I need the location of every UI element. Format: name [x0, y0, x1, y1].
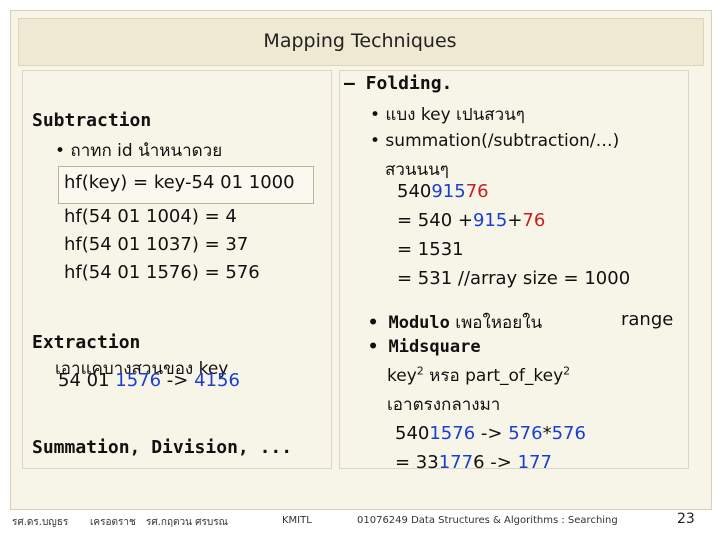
footer-author-2: เครอตราช	[90, 517, 136, 528]
midsquare-example-2: = 331776 -> 177	[395, 452, 552, 473]
folding-bullet-1: • แบง key เปนสวนๆ	[370, 105, 525, 125]
modulo-label: • Modulo	[368, 313, 450, 333]
midsquare-description: key2 หรอ part_of_key2	[387, 362, 570, 389]
folding-total-line: = 1531	[397, 239, 464, 260]
midsquare-thai: เอาตรงกลางมา	[387, 395, 501, 415]
page-number: 23	[677, 511, 695, 527]
ms1-a: 540	[395, 423, 430, 444]
subtraction-bullet: • ถาทก id นำหนาดวย	[55, 141, 223, 161]
footer-author-1: รศ.ดร.บญธร	[12, 517, 69, 528]
folding-sum-prefix: = 540 +	[397, 210, 473, 231]
folding-result-line: = 531 //array size = 1000	[397, 268, 631, 289]
folding-bullet-2-cont: สวนนนๆ	[385, 160, 449, 180]
ms2-b: 177	[438, 452, 474, 473]
extraction-heading: Extraction	[32, 332, 141, 353]
folding-sum-end: 76	[522, 210, 546, 231]
ms1-e: *	[542, 423, 552, 444]
footer-author-3: รศ.กฤตวน ศรบรณ	[146, 517, 228, 528]
extraction-mid: 1576	[115, 370, 162, 391]
footer-course: 01076249 Data Structures & Algorithms : …	[357, 515, 618, 526]
midsquare-bullet: • Midsquare	[368, 337, 481, 357]
midsquare-example-1: 5401576 -> 576*576	[395, 423, 586, 444]
folding-part-a: 540	[397, 181, 432, 202]
footer-org: KMITL	[282, 515, 312, 526]
folding-part-c: 76	[465, 181, 489, 202]
ms2-d: 177	[517, 452, 552, 473]
extraction-prefix: 54 01	[58, 370, 116, 391]
calc-line-1: hf(54 01 1004) = 4	[64, 206, 237, 227]
extraction-arrow: ->	[161, 370, 195, 391]
summation-heading: Summation, Division, ...	[32, 437, 293, 458]
folding-sum-plus: +	[507, 210, 523, 231]
ms1-c: ->	[475, 423, 509, 444]
folding-sum-mid: 915	[472, 210, 508, 231]
calc-line-3: hf(54 01 1576) = 576	[64, 262, 260, 283]
folding-part-b: 915	[431, 181, 466, 202]
folding-heading: – Folding.	[344, 73, 453, 94]
folding-number: 54091576	[397, 181, 489, 202]
ms1-d: 576	[508, 423, 543, 444]
midsquare-key: key	[387, 366, 417, 386]
extraction-result: 4156	[194, 370, 240, 391]
midsquare-part-sup: 2	[563, 364, 571, 378]
calc-line-2: hf(54 01 1037) = 37	[64, 234, 249, 255]
folding-bullet-2: • summation(/subtraction/…)	[370, 131, 620, 151]
ms2-c: 6 ->	[473, 452, 518, 473]
extraction-example: 54 01 1576 -> 4156	[58, 370, 240, 391]
ms1-f: 576	[551, 423, 586, 444]
midsquare-part: หรอ part_of_key	[423, 366, 564, 386]
ms2-a: = 33	[395, 452, 439, 473]
range-text: range	[621, 309, 674, 330]
midsquare-key-sup: 2	[416, 364, 424, 378]
folding-sum-line: = 540 +915+76	[397, 210, 545, 231]
slide-title: Mapping Techniques	[263, 30, 457, 52]
subtraction-heading: Subtraction	[32, 110, 152, 131]
modulo-bullet: • Modulo เพอใหอยใน	[368, 309, 542, 336]
ms1-b: 1576	[429, 423, 476, 444]
modulo-text: เพอใหอยใน	[449, 313, 543, 333]
hash-formula: hf(key) = key-54 01 1000	[64, 172, 295, 193]
